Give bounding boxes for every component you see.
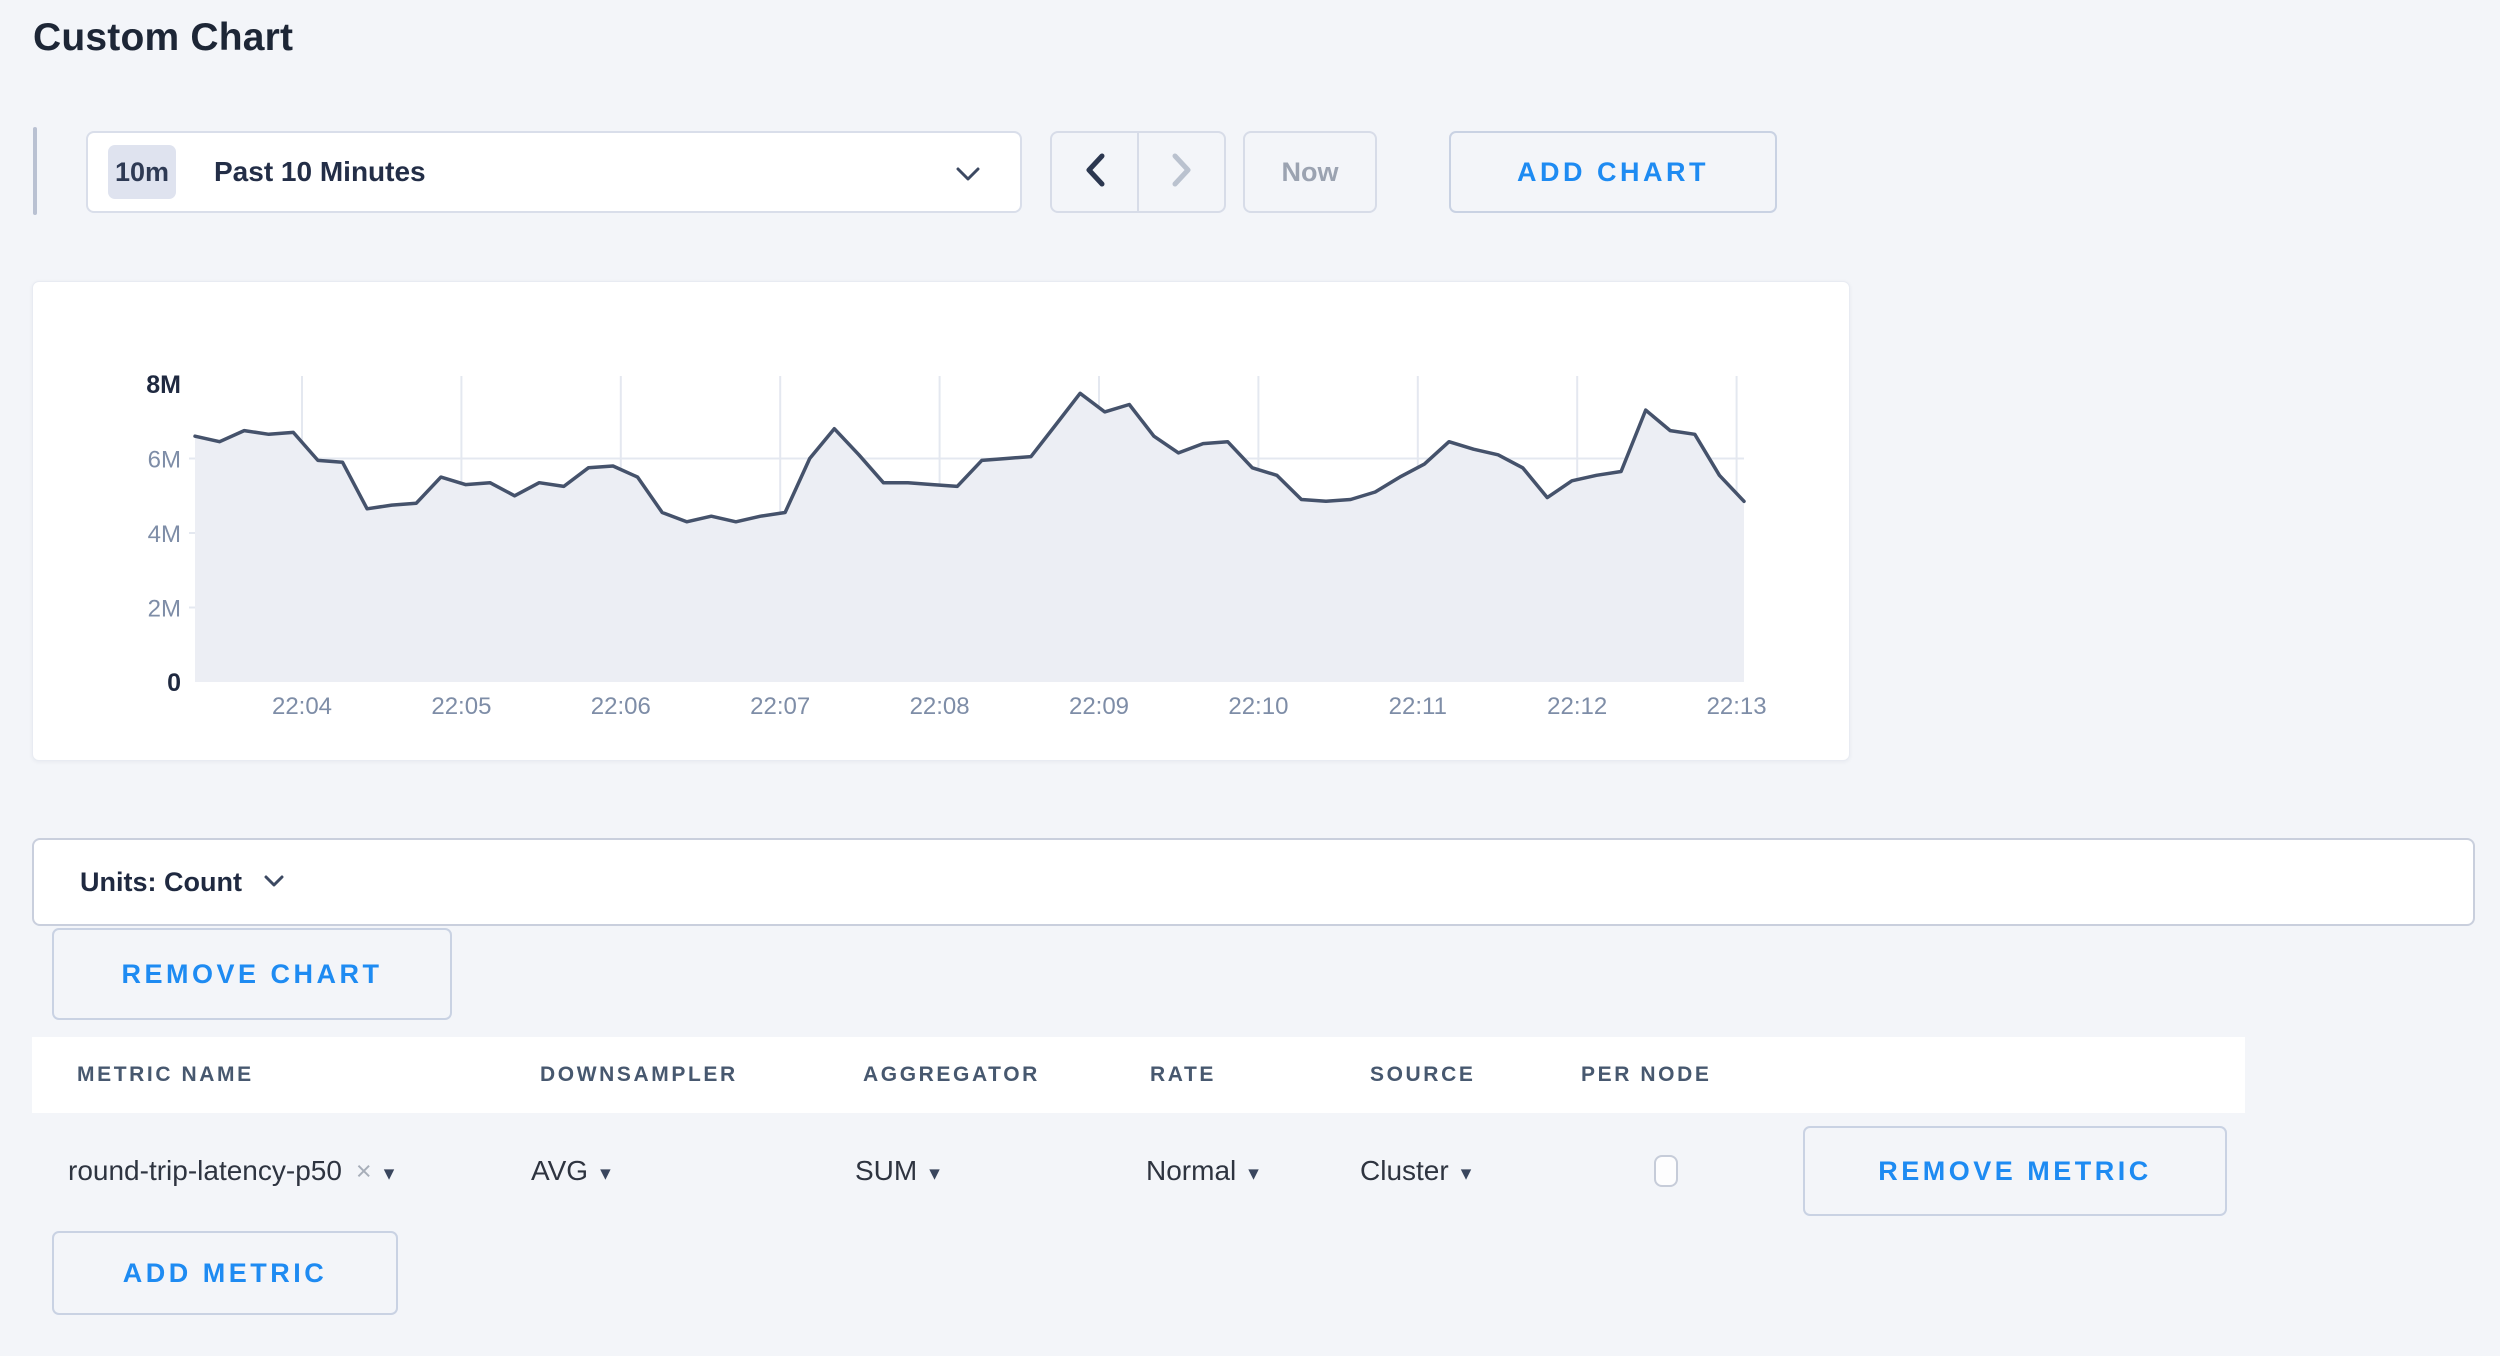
time-range-dropdown[interactable]: 10m Past 10 Minutes [86,131,1022,213]
source-dropdown[interactable]: Cluster ▾ [1360,1121,1471,1221]
svg-text:22:06: 22:06 [591,693,651,720]
now-button[interactable]: Now [1243,131,1377,213]
metric-name-dropdown[interactable]: round-trip-latency-p50 × ▾ [68,1121,394,1221]
caret-down-icon: ▾ [929,1161,940,1186]
metric-name-value: round-trip-latency-p50 [68,1155,342,1187]
units-dropdown[interactable]: Units: Count [32,838,2475,926]
column-header-rate: RATE [1150,1037,1216,1113]
caret-down-icon: ▾ [1248,1161,1259,1186]
page-title: Custom Chart [33,16,293,60]
next-time-button[interactable] [1137,133,1224,211]
caret-down-icon: ▾ [600,1161,611,1186]
column-header-metric-name: METRIC NAME [77,1037,254,1113]
caret-down-icon: ▾ [1461,1161,1472,1186]
svg-text:6M: 6M [148,447,181,474]
rate-dropdown[interactable]: Normal ▾ [1146,1121,1259,1221]
time-step-button-group [1050,131,1226,213]
time-selector-accent-bar [33,127,37,215]
chart-card: 0 2M 4M 6M 8M 22:04 22:05 22:06 22:07 22:08 22:09 2… [32,281,1850,761]
remove-metric-button[interactable]: REMOVE METRIC [1803,1126,2227,1216]
previous-time-button[interactable] [1052,133,1137,211]
downsampler-dropdown[interactable]: AVG ▾ [531,1121,611,1221]
time-range-label: Past 10 Minutes [214,156,426,188]
svg-text:8M: 8M [146,371,181,399]
source-value: Cluster [1360,1155,1449,1187]
caret-down-icon: ▾ [384,1161,395,1186]
remove-chart-button[interactable]: REMOVE CHART [52,928,452,1020]
per-node-checkbox[interactable] [1654,1155,1678,1187]
rate-value: Normal [1146,1155,1236,1187]
column-header-aggregator: AGGREGATOR [863,1037,1040,1113]
add-chart-button[interactable]: ADD CHART [1449,131,1777,213]
aggregator-dropdown[interactable]: SUM ▾ [855,1121,940,1221]
column-header-source: SOURCE [1370,1037,1475,1113]
svg-text:4M: 4M [148,521,181,548]
svg-text:0: 0 [167,669,181,697]
add-metric-button[interactable]: ADD METRIC [52,1231,398,1315]
downsampler-value: AVG [531,1155,588,1187]
time-range-badge: 10m [108,145,176,199]
svg-text:22:12: 22:12 [1547,693,1607,720]
metrics-table-header: METRIC NAME DOWNSAMPLER AGGREGATOR RATE … [32,1037,2245,1113]
svg-text:22:09: 22:09 [1069,693,1129,720]
chevron-down-icon [956,167,980,187]
aggregator-value: SUM [855,1155,917,1187]
column-header-downsampler: DOWNSAMPLER [540,1037,738,1113]
chevron-right-icon [1171,153,1193,192]
chevron-left-icon [1084,153,1106,192]
chevron-down-icon [264,875,284,893]
svg-text:22:07: 22:07 [750,693,810,720]
svg-text:22:05: 22:05 [431,693,491,720]
units-label: Units: Count [80,867,242,898]
svg-text:22:11: 22:11 [1389,693,1447,720]
svg-text:22:13: 22:13 [1707,693,1767,720]
metric-table-row: round-trip-latency-p50 × ▾ AVG ▾ SUM ▾ N… [32,1121,2465,1221]
svg-text:22:08: 22:08 [910,693,970,720]
column-header-per-node: PER NODE [1581,1037,1712,1113]
svg-text:22:04: 22:04 [272,693,332,720]
svg-text:2M: 2M [148,596,181,623]
clear-metric-icon[interactable]: × [356,1156,372,1187]
timeseries-chart[interactable]: 0 2M 4M 6M 8M 22:04 22:05 22:06 22:07 22:08 22:09 2… [33,282,1849,760]
svg-text:22:10: 22:10 [1228,693,1288,720]
